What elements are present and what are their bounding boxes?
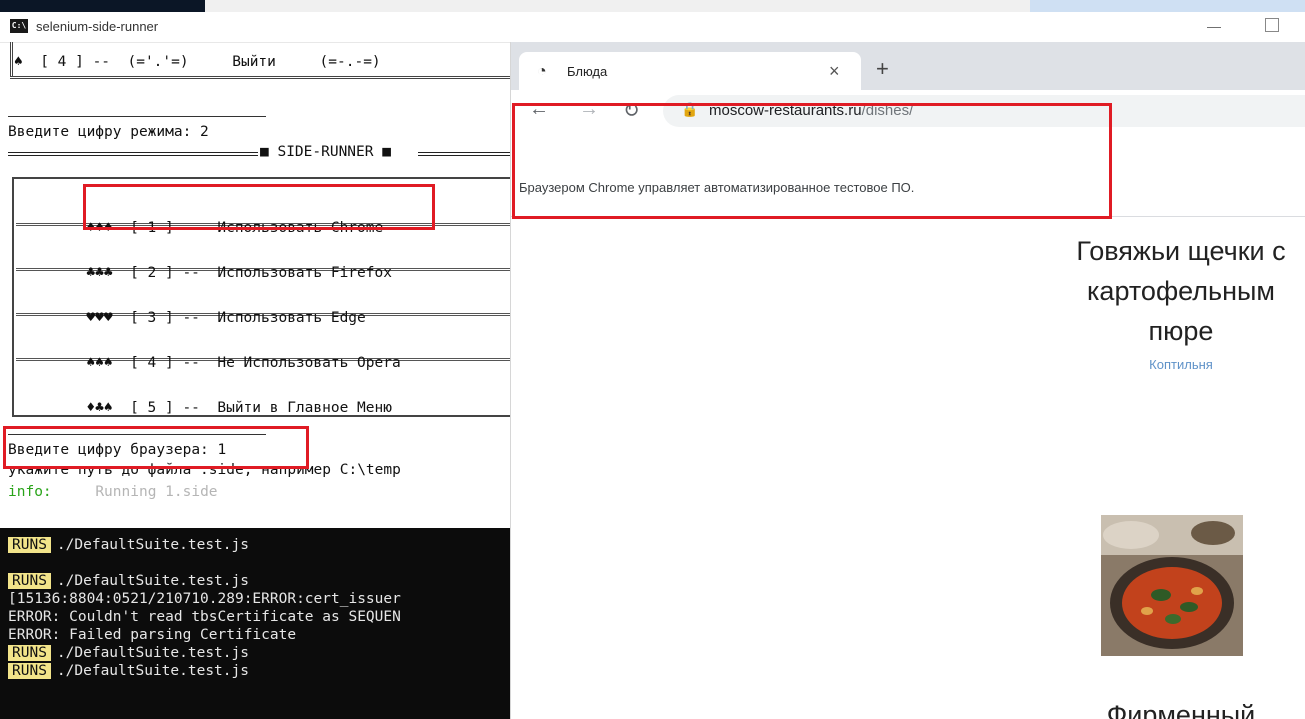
runs-line: RUNS ./DefaultSuite.test.js [8,662,249,680]
runs-badge: RUNS [8,663,51,679]
cmd-icon: C:\ [10,19,28,33]
menu-item-exit[interactable]: ♦♣♠ [ 5 ] -- Выйти в Главное Меню [34,378,392,438]
runs-badge: RUNS [8,537,51,553]
automation-infobar: Браузером Chrome управляет автоматизиров… [511,132,1305,217]
dish-category-link[interactable]: Коптильня [1111,357,1251,372]
dish-title[interactable]: Говяжьи щечки с картофельным пюре [1011,231,1305,351]
suit-icon: ♣♣♣ [86,265,113,281]
mode-prompt: Введите цифру режима: 2 [8,124,209,140]
reload-icon[interactable]: ↻ [623,98,640,123]
tab-dishes[interactable]: ◔ Блюда × [519,52,861,90]
forward-icon[interactable]: → [579,98,599,121]
minimize-button[interactable]: — [1207,18,1221,34]
console-titlebar[interactable]: C:\ selenium-side-runner — [0,12,1305,43]
runs-line: RUNS ./DefaultSuite.test.js [8,536,249,554]
close-tab-button[interactable]: × [829,61,840,82]
console-title: selenium-side-runner [36,19,159,34]
runs-badge: RUNS [8,645,51,661]
error-line: [15136:8804:0521/210710.289:ERROR:cert_i… [8,591,401,607]
error-line: ERROR: Couldn't read tbsCertificate as S… [8,609,401,625]
lock-icon: 🔒 [681,101,699,117]
side-runner-header: ■ SIDE-RUNNER ■ [260,144,391,160]
tab-title: Блюда [567,64,608,79]
runs-badge: RUNS [8,573,51,589]
suit-icon: ♥♥♥ [86,310,113,326]
automation-notice: Браузером Chrome управляет автоматизиров… [519,180,915,195]
tab-strip: ◔ Блюда × + [511,42,1305,90]
tab-favicon-icon: ◔ [537,63,547,80]
next-dish-title[interactable]: Фирменный [1061,700,1301,719]
runs-line: RUNS ./DefaultSuite.test.js [8,644,249,662]
console-terminal[interactable]: ♠ [ 4 ] -- (='.'=) Выйти (=-.-=) Введите… [0,42,515,719]
maximize-button[interactable] [1265,18,1279,32]
path-prompt: укажите путь до файла .side, например C:… [8,462,401,478]
page-content[interactable]: Говяжьи щечки с картофельным пюре Коптил… [511,217,1305,719]
runs-line: RUNS ./DefaultSuite.test.js [8,572,249,590]
suit-icon: ♦♦♦ [86,220,113,236]
taskbar-strip [0,0,1305,12]
url-text: moscow-restaurants.ru/dishes/ [709,102,914,119]
browser-prompt: Введите цифру браузера: 1 [8,442,227,458]
browser-window: ◔ Блюда × + ← → ↻ 🔒 moscow-restaurants.r… [510,42,1305,719]
browser-toolbar: ← → ↻ 🔒 moscow-restaurants.ru/dishes/ [511,90,1305,133]
error-line: ERROR: Failed parsing Certificate [8,627,297,643]
suit-icon: ♦♣♠ [86,400,113,416]
new-tab-button[interactable]: + [876,56,889,82]
info-line: info: Running 1.side [8,484,218,500]
address-bar[interactable]: 🔒 moscow-restaurants.ru/dishes/ [663,95,1305,127]
dish-photo[interactable] [1101,515,1243,656]
back-icon[interactable]: ← [529,98,549,121]
suit-icon: ♠♠♠ [86,355,113,371]
test-output: RUNS ./DefaultSuite.test.js RUNS ./Default… [0,528,515,719]
prev-menu-line: ♠ [ 4 ] -- (='.'=) Выйти (=-.-=) [14,54,381,70]
